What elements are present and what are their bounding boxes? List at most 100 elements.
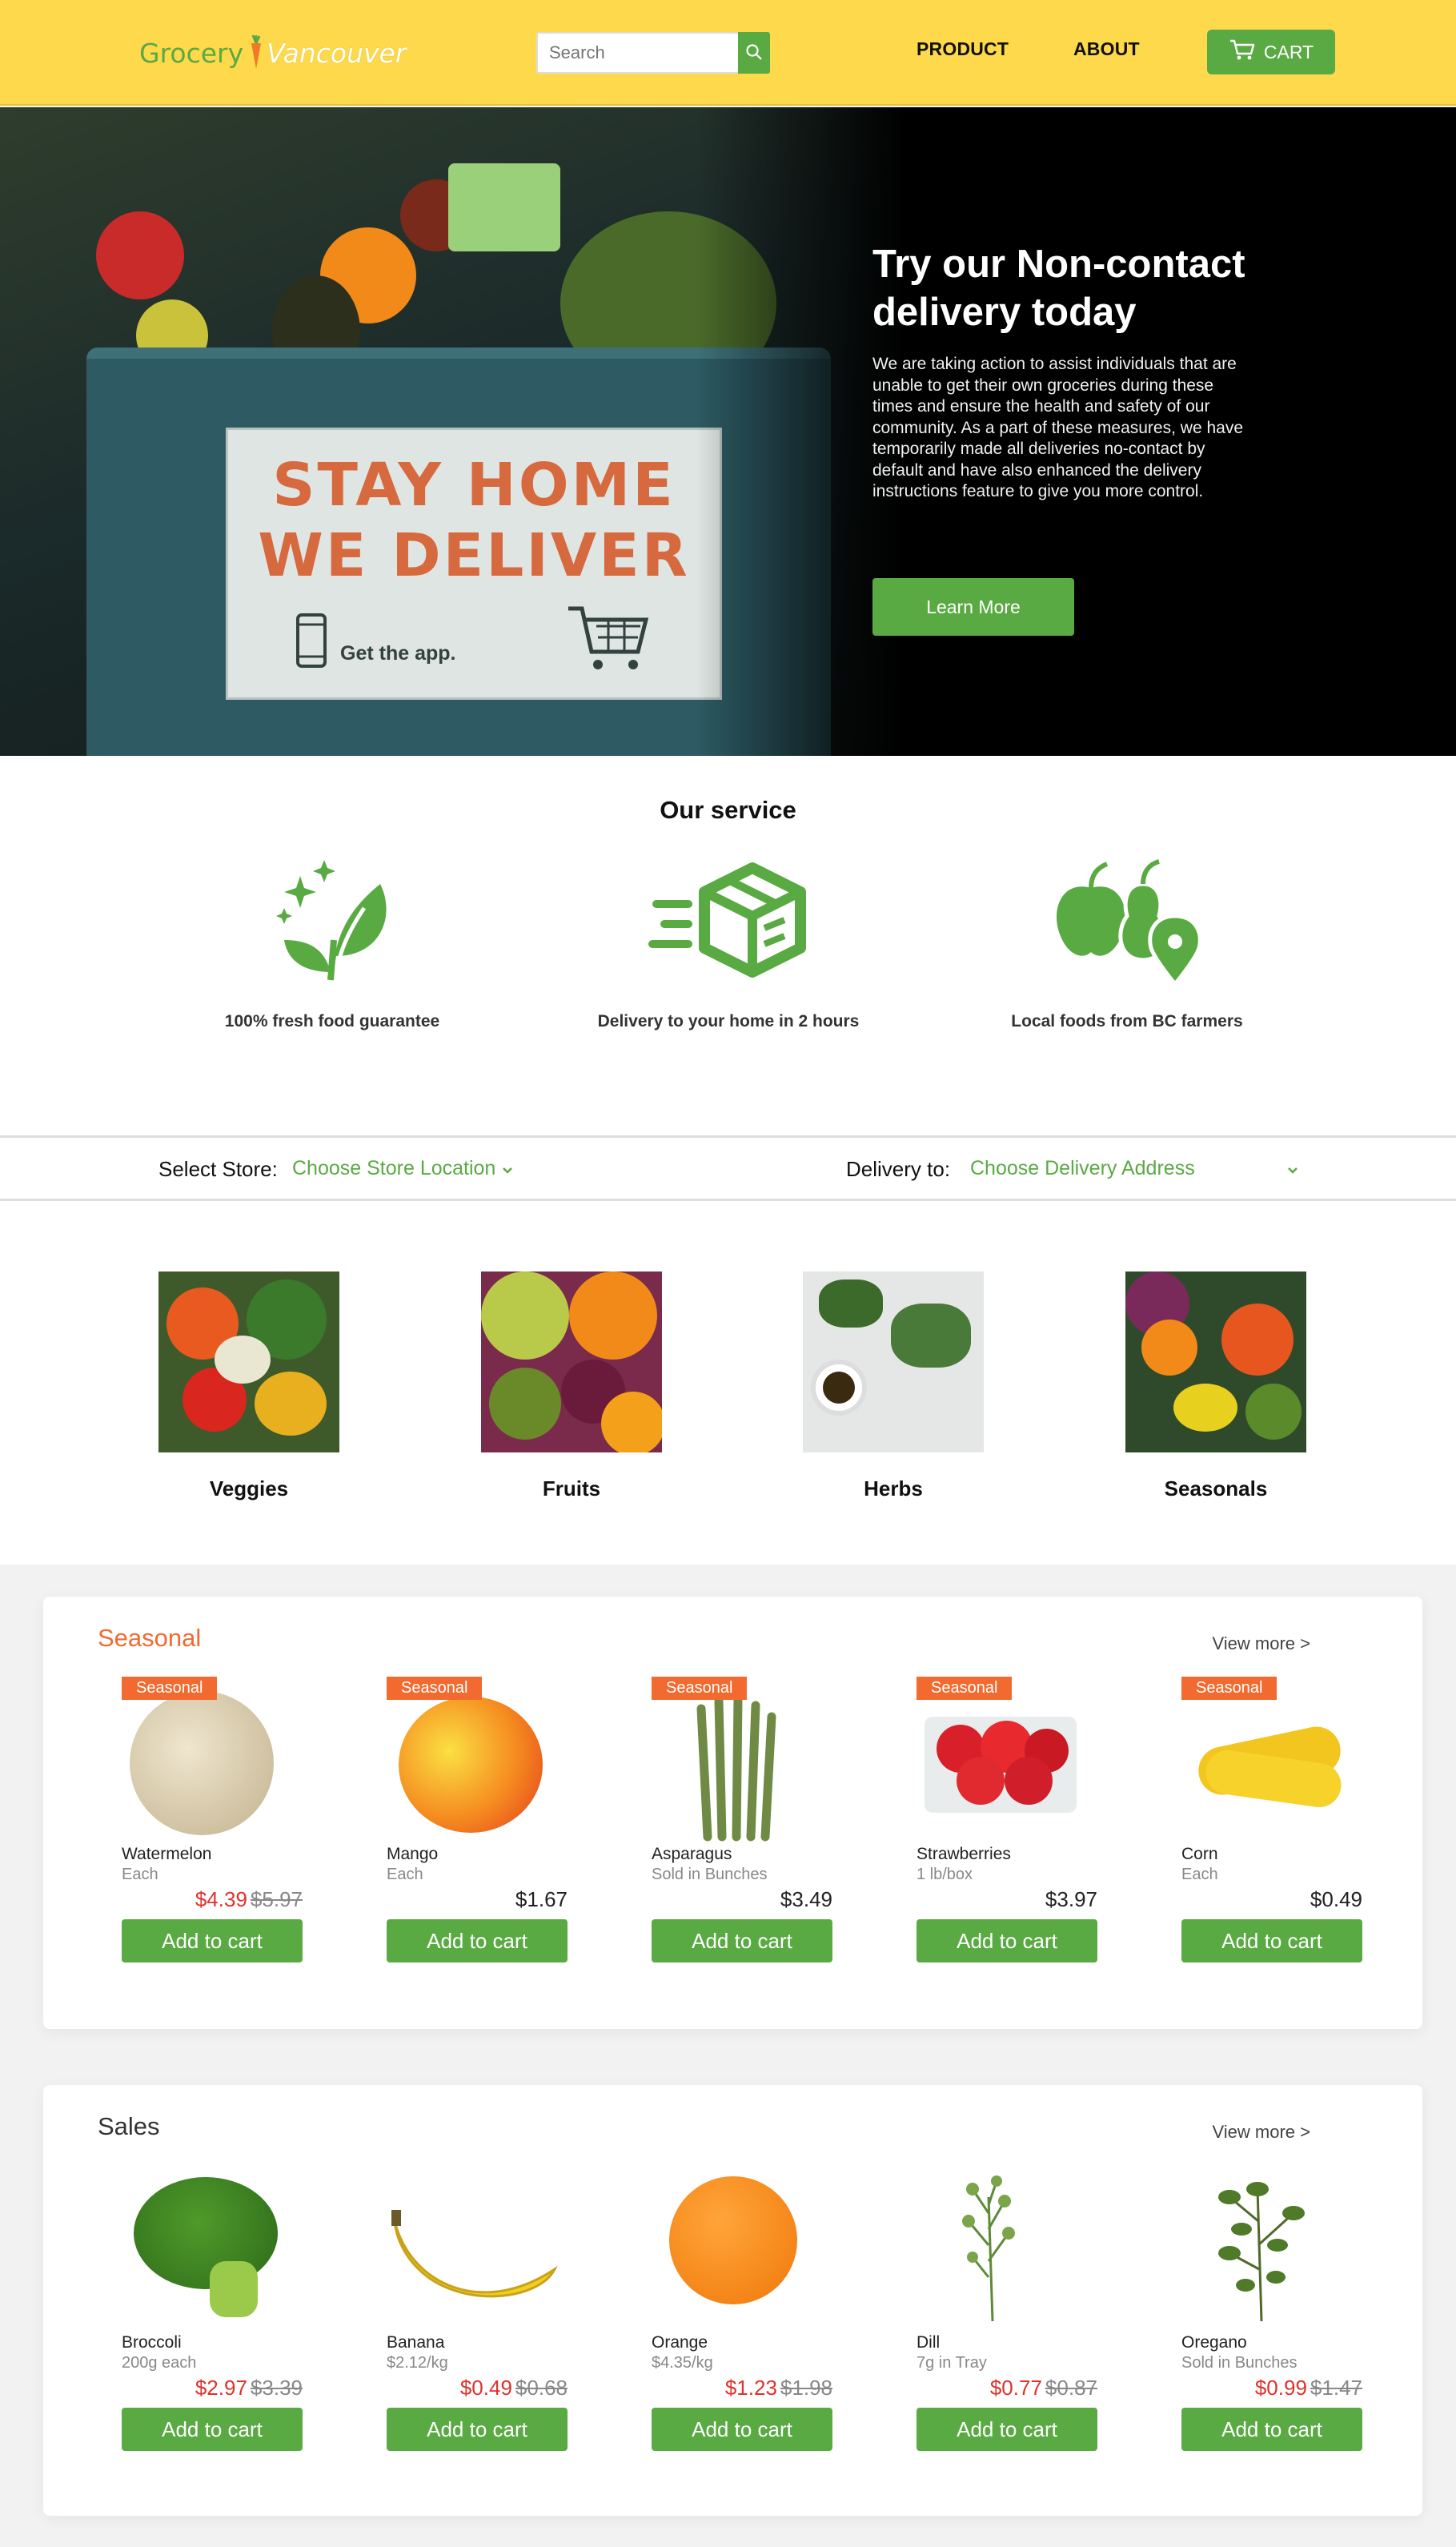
product-price: $2.97 $3.39 [122,2376,303,2401]
product-name: Banana [387,2333,445,2352]
sign-line-1: STAY HOME [272,451,676,520]
category-name: Veggies [209,1476,289,1500]
product-card[interactable]: Oregano Sold in Bunches $0.99 $1.47 Add t… [1181,2165,1362,2451]
delivery-sign: STAY HOME WE DELIVER Get the app. [226,428,722,700]
watermelon-image [122,1677,303,1845]
store-dropdown[interactable]: Choose Store Location [292,1157,513,1180]
product-name: Watermelon [122,1845,212,1863]
add-to-cart-button[interactable]: Add to cart [652,1919,832,1962]
seasonal-title: Seasonal [98,1624,202,1652]
fresh-leaf-icon [164,852,500,988]
add-to-cart-button[interactable]: Add to cart [917,1919,1097,1962]
logo[interactable]: Grocery Vancouver [139,30,406,75]
add-to-cart-button[interactable]: Add to cart [917,2408,1097,2451]
product-name: Asparagus [652,1845,732,1863]
sales-view-more-link[interactable]: View more > [1213,2122,1310,2143]
learn-more-button[interactable]: Learn More [872,578,1074,636]
product-name: Strawberries [917,1845,1011,1863]
sales-title: Sales [98,2112,160,2140]
category-seasonals[interactable]: Seasonals [1125,1271,1306,1501]
seasonal-section: Seasonal View more > Seasonal Watermelon… [43,1597,1422,2029]
product-unit: $2.12/kg [387,2354,448,2372]
product-unit: 7g in Tray [917,2354,987,2372]
original-price: $1.98 [780,2376,832,2400]
site-header: Grocery Vancouver PRODUCT ABOUT CART [0,0,1456,106]
add-to-cart-button[interactable]: Add to cart [387,1919,568,1962]
strawberries-image [917,1677,1097,1845]
product-price: $1.23 $1.98 [652,2376,832,2401]
oregano-image [1181,2165,1362,2333]
nav-about[interactable]: ABOUT [1073,38,1140,60]
hero-banner: STAY HOME WE DELIVER Get the app. Try ou… [0,107,1456,756]
add-to-cart-button[interactable]: Add to cart [1181,1919,1362,1962]
seasonal-view-more-link[interactable]: View more > [1213,1633,1310,1654]
corn-image [1181,1677,1362,1845]
product-name: Orange [652,2333,708,2352]
search-bar [536,32,770,74]
product-card[interactable]: Dill 7g in Tray $0.77 $0.87 Add to cart [917,2165,1097,2451]
original-price: $1.47 [1310,2376,1362,2400]
category-herbs[interactable]: Herbs [803,1271,984,1501]
fruits-image [481,1271,662,1452]
logo-city: Vancouver [267,37,407,69]
product-price: $3.49 [780,1887,832,1911]
delivery-label: Delivery to: [846,1157,951,1181]
sale-price: $0.77 [989,2376,1042,2400]
sign-line-2: WE DELIVER [258,521,690,590]
location-selector-bar: Select Store: Choose Store Location Deli… [0,1135,1456,1201]
original-price: $0.68 [515,2376,568,2400]
seasonal-badge: Seasonal [387,1677,483,1700]
product-card[interactable]: Seasonal Strawberries 1 lb/box $3.97 Add… [917,1677,1097,1962]
service-label-delivery: Delivery to your home in 2 hours [597,1012,860,1030]
product-card[interactable]: Seasonal Asparagus Sold in Bunches $3.49… [652,1677,832,1962]
seasonal-badge: Seasonal [1181,1677,1278,1700]
add-to-cart-button[interactable]: Add to cart [652,2408,832,2451]
product-price: $0.49 [1310,1887,1362,1911]
original-price: $3.39 [250,2376,303,2400]
product-unit: $4.35/kg [652,2354,713,2372]
hero-copy: Try our Non-contact delivery today We ar… [872,240,1249,503]
search-button[interactable] [738,32,770,74]
product-name: Corn [1181,1845,1218,1863]
nav-product[interactable]: PRODUCT [917,38,1009,60]
add-to-cart-button[interactable]: Add to cart [122,1919,303,1962]
hero-body: We are taking action to assist individua… [872,355,1243,500]
veggies-image [158,1271,339,1452]
product-price: $3.97 [1045,1887,1097,1911]
seasonals-image [1125,1271,1306,1452]
product-price: $1.67 [515,1887,568,1911]
product-unit: 1 lb/box [917,1866,973,1883]
original-price: $5.97 [250,1887,303,1911]
cart-button[interactable]: CART [1207,30,1335,74]
delivery-box-icon [560,852,896,988]
chevron-down-icon [1287,1157,1298,1180]
product-unit: Each [122,1866,158,1883]
product-card[interactable]: Broccoli 200g each $2.97 $3.39 Add to car… [122,2165,303,2451]
chevron-down-icon [502,1157,513,1180]
orange-image [652,2165,832,2333]
category-veggies[interactable]: Veggies [158,1271,339,1501]
sale-price: $0.49 [459,2376,512,2400]
add-to-cart-button[interactable]: Add to cart [1181,2408,1362,2451]
category-section: Veggies Fruits Herbs Seasonals [0,1201,1456,1565]
search-input[interactable] [536,32,738,74]
product-card[interactable]: Seasonal Watermelon Each $4.39 $5.97 Add … [122,1677,303,1962]
carrot-icon [248,34,264,70]
add-to-cart-button[interactable]: Add to cart [387,2408,568,2451]
delivery-dropdown[interactable]: Choose Delivery Address [970,1157,1298,1180]
broccoli-image [122,2165,303,2333]
service-item-fresh: 100% fresh food guarantee [164,852,500,1031]
sale-price: $4.39 [195,1887,247,1911]
product-card[interactable]: Seasonal Mango Each $1.67 Add to cart [387,1677,568,1962]
product-card[interactable]: Orange $4.35/kg $1.23 $1.98 Add to cart [652,2165,832,2451]
product-name: Mango [387,1845,439,1863]
product-card[interactable]: Banana $2.12/kg $0.49 $0.68 Add to cart [387,2165,568,2451]
shopping-cart-icon [564,602,652,678]
sale-price: $0.99 [1254,2376,1307,2400]
cart-icon [1229,38,1256,66]
add-to-cart-button[interactable]: Add to cart [122,2408,303,2451]
service-section: Our service 100% fresh food guarantee De… [0,756,1456,1137]
product-card[interactable]: Seasonal Corn Each $0.49 Add to cart [1181,1677,1362,1962]
category-fruits[interactable]: Fruits [481,1271,662,1501]
category-name: Herbs [864,1476,923,1500]
